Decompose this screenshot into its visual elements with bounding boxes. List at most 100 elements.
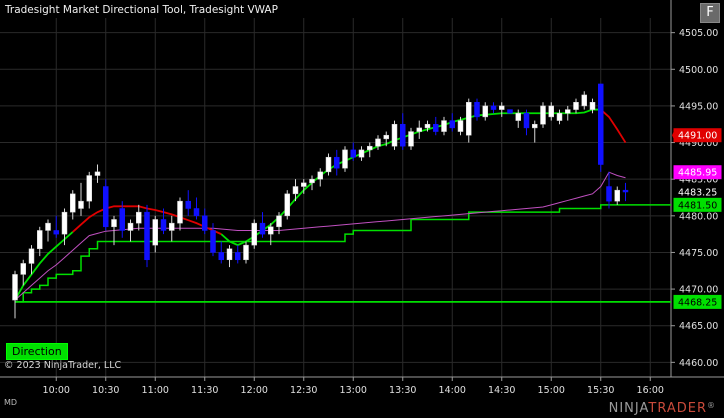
candle-body bbox=[614, 189, 620, 202]
candle-body bbox=[408, 131, 414, 147]
x-tick-label: 14:00 bbox=[439, 385, 466, 396]
candle-body bbox=[556, 112, 563, 121]
candle-body bbox=[325, 156, 332, 173]
candle-body bbox=[103, 186, 109, 228]
y-tick-label: 4470.00 bbox=[679, 285, 718, 296]
candle-body bbox=[433, 123, 439, 132]
candle-body bbox=[136, 211, 142, 224]
candle-body bbox=[235, 252, 241, 261]
candle-body bbox=[424, 123, 431, 129]
candle-body bbox=[119, 208, 125, 231]
y-tick-label: 4460.00 bbox=[679, 358, 718, 369]
y-tick-label: 4505.00 bbox=[679, 28, 718, 39]
candle-body bbox=[12, 274, 18, 301]
candle-body bbox=[144, 211, 150, 261]
candle-body bbox=[581, 94, 587, 107]
candle-body bbox=[70, 193, 76, 213]
candle-body bbox=[218, 252, 224, 261]
chart-window: 4505.00 4500.00 4495.00 4490.00 4485.00 4480.… bbox=[0, 0, 724, 418]
candle-body bbox=[160, 219, 167, 231]
candle-body bbox=[292, 186, 299, 195]
candle-body bbox=[20, 263, 26, 275]
candle-body bbox=[523, 112, 530, 129]
candle-body bbox=[449, 120, 455, 129]
chart-title: Tradesight Market Directional Tool, Trad… bbox=[5, 4, 278, 16]
x-tick-label: 12:30 bbox=[290, 385, 317, 396]
y-tick-label: 4480.00 bbox=[679, 211, 718, 222]
candle-body bbox=[317, 171, 323, 180]
candle-body bbox=[573, 102, 579, 110]
candle-body bbox=[515, 112, 521, 121]
candle-body bbox=[358, 149, 365, 158]
candle-body bbox=[565, 109, 571, 114]
candle-body bbox=[53, 230, 59, 235]
candle-body bbox=[284, 193, 290, 217]
direction-label: Direction bbox=[6, 343, 68, 360]
candle-body bbox=[169, 222, 175, 231]
candle-body bbox=[127, 222, 134, 231]
direction-line-down bbox=[600, 108, 627, 144]
candle-body bbox=[268, 226, 274, 235]
y-tick-label: 4475.00 bbox=[679, 248, 718, 259]
candle-body bbox=[210, 230, 216, 253]
price-label: 4468.25 bbox=[673, 294, 722, 309]
candle-body bbox=[400, 123, 406, 147]
y-tick-label: 4500.00 bbox=[679, 65, 718, 76]
candle-body bbox=[243, 244, 249, 261]
candle-body bbox=[350, 149, 356, 158]
copyright-text: © 2023 NinjaTrader, LLC bbox=[4, 360, 122, 371]
candle-body bbox=[45, 222, 51, 231]
x-tick-label: 13:30 bbox=[389, 385, 416, 396]
price-label-text: 4485.95 bbox=[678, 168, 717, 179]
price-chart[interactable]: 4505.004500.004495.004490.004485.004480.… bbox=[0, 0, 724, 418]
candle-body bbox=[28, 248, 35, 264]
y-tick-label: 4465.00 bbox=[679, 321, 718, 332]
candle-body bbox=[61, 211, 68, 235]
candle-body bbox=[94, 171, 101, 176]
md-label: MD bbox=[4, 398, 18, 407]
candle-body bbox=[474, 102, 480, 118]
price-label-text: 4483.25 bbox=[678, 188, 717, 199]
candle-body bbox=[342, 149, 348, 169]
x-tick-label: 13:00 bbox=[340, 385, 367, 396]
candle-body bbox=[482, 105, 488, 118]
candle-body bbox=[540, 105, 546, 125]
x-tick-label: 11:30 bbox=[191, 385, 218, 396]
price-label-text: 4481.50 bbox=[678, 200, 717, 211]
candle-body bbox=[375, 138, 381, 147]
candle-body bbox=[334, 156, 340, 169]
price-label-text: 4491.00 bbox=[678, 131, 717, 142]
candle-body bbox=[383, 134, 389, 140]
candle-body bbox=[367, 145, 373, 151]
candle-body bbox=[622, 189, 629, 193]
candle-body bbox=[177, 200, 183, 224]
candle-body bbox=[507, 109, 513, 114]
candle-body bbox=[466, 102, 472, 136]
candle-body bbox=[548, 105, 554, 118]
x-tick-label: 11:00 bbox=[142, 385, 169, 396]
candle-body bbox=[251, 222, 257, 246]
price-label: 4483.25 bbox=[673, 185, 722, 200]
candle-body bbox=[441, 120, 447, 132]
price-label-text: 4468.25 bbox=[678, 297, 717, 308]
candle-body bbox=[391, 123, 398, 147]
candle-body bbox=[499, 105, 505, 110]
x-tick-label: 15:00 bbox=[538, 385, 565, 396]
candle-body bbox=[193, 208, 200, 217]
x-tick-label: 10:30 bbox=[92, 385, 119, 396]
x-tick-label: 10:00 bbox=[43, 385, 70, 396]
chart-trader-button[interactable]: F bbox=[700, 3, 720, 23]
candle-body bbox=[202, 215, 208, 231]
x-tick-label: 16:00 bbox=[637, 385, 664, 396]
candle-body bbox=[606, 186, 612, 202]
x-tick-label: 12:00 bbox=[241, 385, 268, 396]
price-label: 4481.50 bbox=[673, 197, 722, 212]
candle-body bbox=[416, 127, 422, 132]
price-label: 4491.00 bbox=[673, 128, 722, 143]
candle-body bbox=[259, 222, 266, 235]
candle-body bbox=[276, 215, 282, 228]
candle-body bbox=[490, 105, 497, 110]
ninjatrader-logo: NINJATRADER® bbox=[608, 401, 716, 416]
candle-body bbox=[301, 182, 307, 187]
x-tick-label: 15:30 bbox=[587, 385, 614, 396]
